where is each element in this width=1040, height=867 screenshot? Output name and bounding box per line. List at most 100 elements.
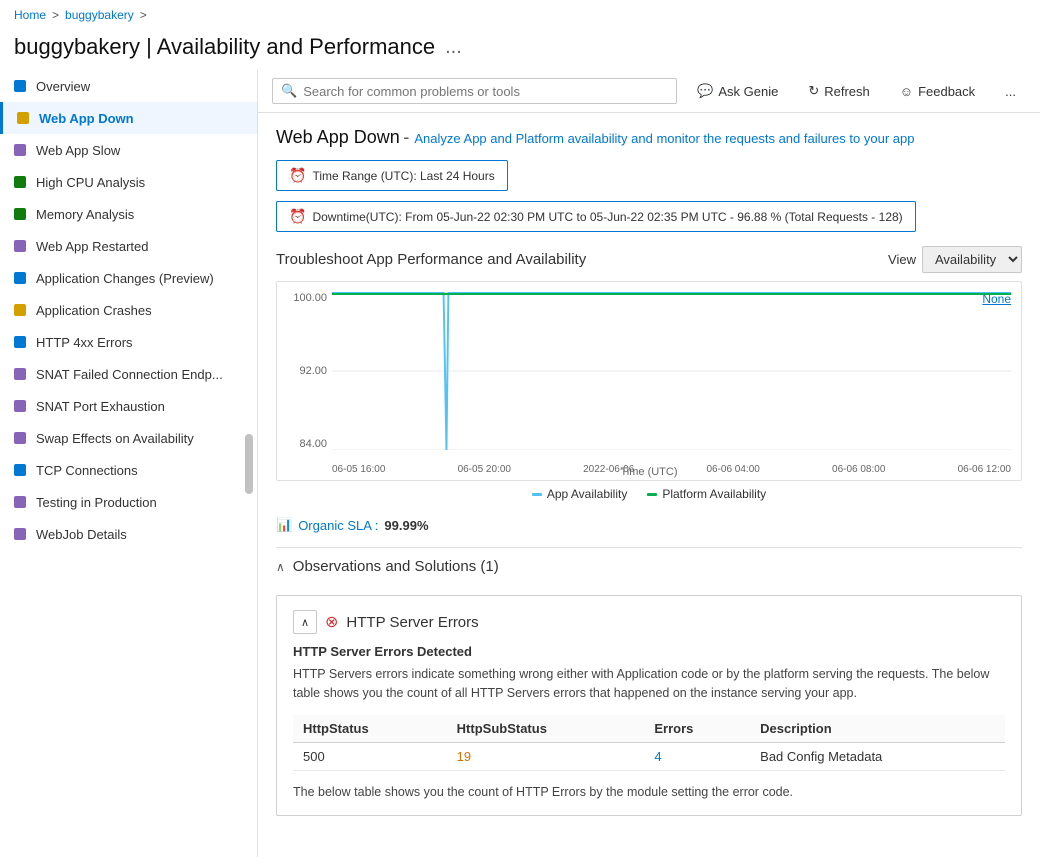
sidebar-item-http-4xx[interactable]: HTTP 4xx Errors xyxy=(0,326,257,358)
sidebar-item-app-changes[interactable]: Application Changes (Preview) xyxy=(0,262,257,294)
sidebar-label-memory: Memory Analysis xyxy=(36,207,134,222)
section-subtitle: Analyze App and Platform availability an… xyxy=(414,131,914,146)
view-select: View Availability xyxy=(888,246,1022,273)
feedback-button[interactable]: ☺ Feedback xyxy=(890,79,985,104)
genie-icon: 💬 xyxy=(697,83,713,99)
sidebar-item-overview[interactable]: Overview xyxy=(0,70,257,102)
toolbar: 🔍 💬 Ask Genie ↻ Refresh ☺ Feedback ... xyxy=(258,70,1040,113)
sidebar-label-webjob: WebJob Details xyxy=(36,527,127,542)
sidebar-label-overview: Overview xyxy=(36,79,90,94)
sidebar-item-high-cpu[interactable]: High CPU Analysis xyxy=(0,166,257,198)
page-title-more-icon[interactable]: ... xyxy=(445,36,462,59)
sidebar-item-snat-port[interactable]: SNAT Port Exhaustion xyxy=(0,390,257,422)
downtime-label: Downtime(UTC): From 05-Jun-22 02:30 PM U… xyxy=(312,210,902,224)
breadcrumb-sep1: > xyxy=(52,8,59,22)
chart-section: Troubleshoot App Performance and Availab… xyxy=(276,246,1022,501)
breadcrumb-home[interactable]: Home xyxy=(14,8,46,22)
sidebar-icon-app-changes xyxy=(12,270,28,286)
content-area: 🔍 💬 Ask Genie ↻ Refresh ☺ Feedback ... xyxy=(258,70,1040,857)
section-title: Web App Down xyxy=(276,127,400,147)
page-title-row: buggybakery | Availability and Performan… xyxy=(0,30,1040,70)
y-label-84: 84.00 xyxy=(277,438,327,450)
y-label-92: 92.00 xyxy=(277,365,327,377)
sidebar-icon-webjob xyxy=(12,526,28,542)
x-label-6: 06-06 12:00 xyxy=(958,464,1011,475)
sidebar-item-swap-effects[interactable]: Swap Effects on Availability xyxy=(0,422,257,454)
sidebar-item-web-app-restarted[interactable]: Web App Restarted xyxy=(0,230,257,262)
chart-svg xyxy=(332,292,1011,450)
sidebar: Overview Web App DownWeb App Slow High CPU… xyxy=(0,70,258,857)
cell-substatus: 19 xyxy=(447,742,645,770)
main-layout: OverviewWeb App DownWeb App SlowHigh CPU… xyxy=(0,70,1040,857)
table-row: 500194Bad Config Metadata xyxy=(293,742,1005,770)
x-axis-title: Time (UTC) xyxy=(620,466,677,478)
sidebar-item-app-crashes[interactable]: Application Crashes xyxy=(0,294,257,326)
feedback-label: Feedback xyxy=(918,84,975,99)
col-description: Description xyxy=(750,715,1005,743)
sidebar-label-high-cpu: High CPU Analysis xyxy=(36,175,145,190)
chart-y-labels: 100.00 92.00 84.00 xyxy=(277,292,332,450)
search-input[interactable] xyxy=(303,84,668,99)
sidebar-icon-swap-effects xyxy=(12,430,28,446)
sidebar-icon-web-app-slow xyxy=(12,142,28,158)
downtime-filter[interactable]: ⏰ Downtime(UTC): From 05-Jun-22 02:30 PM… xyxy=(276,201,916,232)
sidebar-label-http-4xx: HTTP 4xx Errors xyxy=(36,335,133,350)
sidebar-label-snat-failed: SNAT Failed Connection Endp... xyxy=(36,367,223,382)
content-scroll: Web App Down - Analyze App and Platform … xyxy=(258,113,1040,857)
legend-app-availability: App Availability xyxy=(532,487,628,501)
view-label: View xyxy=(888,252,916,267)
sidebar-scrollbar[interactable] xyxy=(245,434,253,494)
sidebar-item-web-app-down[interactable]: Web App Down xyxy=(0,102,257,134)
error-card-header: ∧ ⊗ HTTP Server Errors xyxy=(293,610,1005,634)
sidebar-item-memory[interactable]: Memory Analysis xyxy=(0,198,257,230)
filter-row: ⏰ Time Range (UTC): Last 24 Hours ⏰ Down… xyxy=(276,160,1022,232)
more-options-button[interactable]: ... xyxy=(995,79,1026,104)
sidebar-item-web-app-slow[interactable]: Web App Slow xyxy=(0,134,257,166)
search-box[interactable]: 🔍 xyxy=(272,78,677,104)
sidebar-item-tcp-connections[interactable]: TCP Connections xyxy=(0,454,257,486)
legend-dot-blue xyxy=(532,493,542,496)
ask-genie-label: Ask Genie xyxy=(718,84,778,99)
clock-icon-downtime: ⏰ xyxy=(289,208,306,225)
view-dropdown[interactable]: Availability xyxy=(922,246,1022,273)
sidebar-icon-app-crashes xyxy=(12,302,28,318)
table-head: HttpStatus HttpSubStatus Errors Descript… xyxy=(293,715,1005,743)
time-range-filter[interactable]: ⏰ Time Range (UTC): Last 24 Hours xyxy=(276,160,508,191)
sidebar-item-snat-failed[interactable]: SNAT Failed Connection Endp... xyxy=(0,358,257,390)
clock-icon-time: ⏰ xyxy=(289,167,306,184)
cell-errors: 4 xyxy=(644,742,750,770)
sidebar-label-testing-prod: Testing in Production xyxy=(36,495,157,510)
chart-header: Troubleshoot App Performance and Availab… xyxy=(276,246,1022,273)
sidebar-icon-web-app-restarted xyxy=(12,238,28,254)
collapse-button[interactable]: ∧ xyxy=(293,610,317,634)
sidebar-item-webjob[interactable]: WebJob Details xyxy=(0,518,257,550)
legend-app-label: App Availability xyxy=(547,487,628,501)
error-subtitle: HTTP Server Errors Detected xyxy=(293,644,1005,659)
chart-container: None 100.00 92.00 84.00 xyxy=(276,281,1022,481)
col-http-substatus: HttpSubStatus xyxy=(447,715,645,743)
feedback-icon: ☺ xyxy=(900,84,913,99)
sidebar-icon-web-app-down xyxy=(15,110,31,126)
breadcrumb-app[interactable]: buggybakery xyxy=(65,8,134,22)
refresh-button[interactable]: ↻ Refresh xyxy=(798,78,879,104)
error-icon: ⊗ xyxy=(325,612,338,632)
organic-sla-value: 99.99% xyxy=(384,518,428,533)
error-card: ∧ ⊗ HTTP Server Errors HTTP Server Error… xyxy=(276,595,1022,816)
chart-plot xyxy=(332,292,1011,450)
refresh-label: Refresh xyxy=(824,84,870,99)
organic-sla-label: Organic SLA : xyxy=(298,518,378,533)
ask-genie-button[interactable]: 💬 Ask Genie xyxy=(687,78,788,104)
col-http-status: HttpStatus xyxy=(293,715,447,743)
sidebar-label-app-crashes: Application Crashes xyxy=(36,303,152,318)
observations-section-header[interactable]: ∧ Observations and Solutions (1) xyxy=(276,547,1022,585)
sidebar-item-testing-prod[interactable]: Testing in Production xyxy=(0,486,257,518)
bottom-note: The below table shows you the count of H… xyxy=(293,783,1005,802)
col-errors: Errors xyxy=(644,715,750,743)
sidebar-icon-http-4xx xyxy=(12,334,28,350)
sidebar-icon-memory xyxy=(12,206,28,222)
sidebar-label-web-app-restarted: Web App Restarted xyxy=(36,239,149,254)
error-title: HTTP Server Errors xyxy=(346,614,478,631)
sidebar-label-snat-port: SNAT Port Exhaustion xyxy=(36,399,165,414)
cell-status: 500 xyxy=(293,742,447,770)
sidebar-icon-snat-failed xyxy=(12,366,28,382)
